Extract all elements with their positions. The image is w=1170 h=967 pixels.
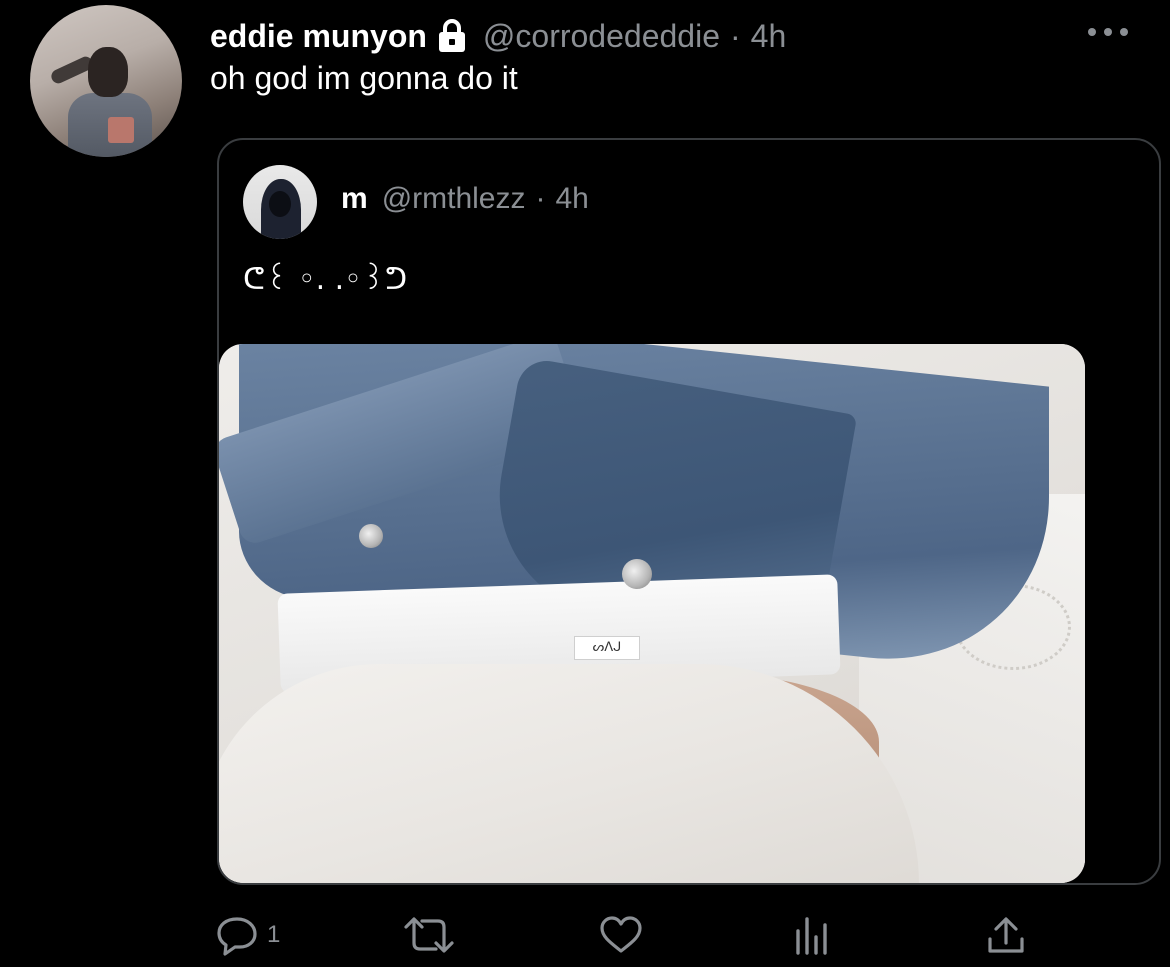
quoted-tweet-photo[interactable]: ᔕᐱᒍ	[219, 344, 1085, 883]
share-icon	[984, 913, 1028, 957]
retweet-icon	[398, 913, 460, 957]
tweet[interactable]: eddie munyon @corrodededdie · 4h oh god …	[0, 0, 1170, 967]
retweet-button[interactable]	[398, 913, 460, 957]
analytics-button[interactable]	[790, 913, 834, 957]
quoted-tweet-header: m @rmthlezz · 4h	[341, 182, 589, 216]
photo-label-tag: ᔕᐱᒍ	[574, 636, 640, 660]
separator-dot: ·	[535, 182, 546, 215]
like-button[interactable]	[597, 913, 645, 957]
separator-dot: ·	[729, 17, 741, 54]
author-display-name[interactable]: eddie munyon	[210, 18, 427, 55]
share-button[interactable]	[984, 913, 1028, 957]
quoted-tweet-text: ᕦ꒰ ◦. .◦꒱ᕤ	[243, 262, 408, 297]
more-icon[interactable]	[1088, 26, 1128, 38]
author-avatar[interactable]	[30, 5, 182, 157]
quoted-author-avatar[interactable]	[243, 165, 317, 239]
reply-button[interactable]: 1	[215, 913, 280, 957]
tweet-header: eddie munyon @corrodededdie · 4h	[210, 14, 786, 58]
action-bar: 1	[0, 905, 1170, 967]
reply-icon	[215, 913, 261, 957]
tweet-text: oh god im gonna do it	[210, 60, 518, 96]
quoted-author-display-name[interactable]: m	[341, 182, 368, 216]
reply-count: 1	[267, 921, 281, 948]
quoted-tweet-timestamp[interactable]: 4h	[556, 182, 589, 216]
heart-icon	[597, 913, 645, 957]
quoted-author-handle[interactable]: @rmthlezz	[382, 182, 526, 216]
tweet-timestamp[interactable]: 4h	[751, 18, 787, 55]
author-handle[interactable]: @corrodededdie	[483, 18, 720, 55]
analytics-icon	[790, 913, 834, 957]
lock-icon	[435, 18, 469, 54]
quoted-tweet[interactable]: m @rmthlezz · 4h ᕦ꒰ ◦. .◦꒱ᕤ ᔕᐱᒍ	[217, 138, 1161, 885]
